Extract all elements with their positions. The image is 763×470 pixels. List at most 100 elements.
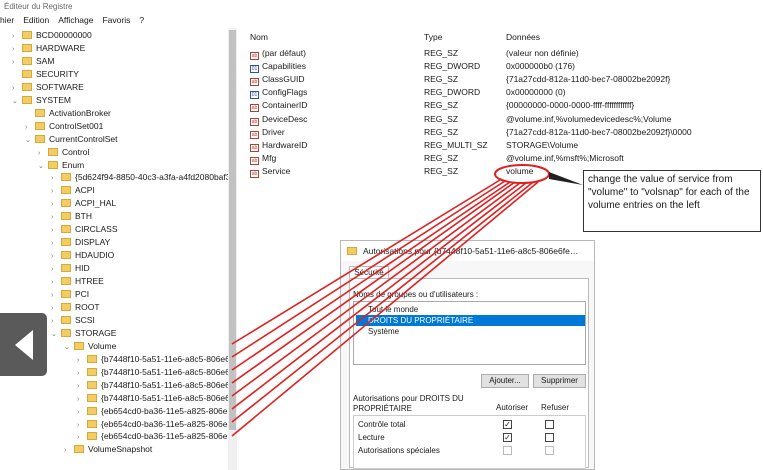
- tree-item-label: {5d624f94-8850-40c3-a3fa-a4fd2080baf3}: [75, 172, 234, 183]
- value-name-text: Service: [262, 165, 291, 176]
- chevron-down-icon[interactable]: ⌄: [12, 95, 22, 108]
- tree-item[interactable]: › {b7448f10-5a51-11e6-a8c5-806e6f: [77, 379, 232, 392]
- add-button[interactable]: Ajouter...: [481, 374, 529, 388]
- value-data: STORAGE\Volume: [506, 139, 579, 150]
- value-row[interactable]: ab ClassGUID REG_SZ {71a27cdd-812a-11d0-bec…: [246, 73, 763, 87]
- folder-icon: [22, 56, 32, 65]
- tree-item-label: SYSTEM: [36, 94, 71, 105]
- tree-item[interactable]: › {eb654cd0-ba36-11e5-a825-806e6f: [77, 430, 235, 443]
- allow-header: Autoriser: [496, 403, 529, 412]
- menu-item[interactable]: Edition: [23, 13, 49, 27]
- tree-item[interactable]: › BCD00000000: [12, 29, 92, 42]
- folder-icon: [87, 419, 97, 428]
- deny-checkbox[interactable]: [545, 433, 554, 442]
- menu-item[interactable]: hier: [0, 13, 14, 27]
- value-row[interactable]: ab DeviceDesc REG_SZ @volume.inf,%volumedev…: [246, 113, 763, 126]
- chevron-down-icon[interactable]: ⌄: [64, 341, 74, 354]
- tree-item-label: ActivationBroker: [49, 107, 111, 118]
- chevron-right-icon[interactable]: ›: [64, 444, 74, 457]
- menu-item[interactable]: Affichage: [58, 13, 93, 27]
- tree-item[interactable]: › DISPLAY: [51, 236, 110, 249]
- user-list-item[interactable]: DROITS DU PROPRIÉTAIRE: [356, 315, 585, 326]
- value-row[interactable]: 01 Capabilities REG_DWORD 0x000000b0 (176): [246, 60, 763, 74]
- value-data: {71a27cdd-812a-11d0-bec7-08002be2092f}\0…: [506, 126, 692, 137]
- tree-item-label: {b7448f10-5a51-11e6-a8c5-806e6f: [101, 379, 233, 390]
- deny-checkbox[interactable]: [545, 420, 554, 429]
- menu-item[interactable]: Favoris: [102, 13, 130, 27]
- value-row[interactable]: ab HardwareID REG_MULTI_SZ STORAGE\Volume: [246, 139, 763, 152]
- remove-button[interactable]: Supprimer: [533, 374, 586, 388]
- tree-item[interactable]: › SCSI: [51, 314, 95, 327]
- value-row[interactable]: ab Driver REG_SZ {71a27cdd-812a-11d0-bec7-0…: [246, 126, 763, 139]
- tree-item[interactable]: › {b7448f10-5a51-11e6-a8c5-806e6f: [77, 353, 232, 366]
- tree-item[interactable]: › {eb654cd0-ba36-11e5-a825-806e6f: [77, 418, 235, 431]
- folder-icon: [61, 251, 71, 260]
- folder-icon: [61, 173, 71, 182]
- tree-item[interactable]: SECURITY: [12, 68, 79, 81]
- allow-checkbox[interactable]: ✓: [503, 420, 512, 429]
- tree-item[interactable]: › ROOT: [51, 301, 100, 314]
- value-data: 0x00000000 (0): [506, 87, 566, 98]
- tree-scrollbar[interactable]: [228, 28, 237, 470]
- value-row[interactable]: ab ContainerID REG_SZ {00000000-0000-0000-f…: [246, 99, 763, 113]
- tree-scrollbar-thumb[interactable]: [229, 30, 236, 430]
- tree-item[interactable]: › Control: [38, 146, 89, 159]
- user-list-item[interactable]: Tout le monde: [356, 304, 585, 315]
- back-button[interactable]: [0, 313, 47, 376]
- tree-item[interactable]: ⌄ STORAGE: [51, 327, 116, 340]
- folder-icon: [22, 95, 32, 104]
- value-data: (valeur non définie): [506, 48, 579, 58]
- tree-item[interactable]: › PCI: [51, 288, 89, 301]
- tree-item[interactable]: › HTREE: [51, 275, 104, 288]
- tree-item[interactable]: › ControlSet001: [25, 120, 103, 133]
- value-row[interactable]: 01 ConfigFlags REG_DWORD 0x00000000 (0): [246, 86, 763, 100]
- value-row[interactable]: ab Mfg REG_SZ @volume.inf,%msft%;Microsoft: [246, 152, 763, 165]
- tree-item[interactable]: › {b7448f10-5a51-11e6-a8c5-806e6f: [77, 366, 232, 379]
- permission-label: Contrôle total: [358, 420, 406, 429]
- tree-item[interactable]: › BTH: [51, 210, 92, 223]
- value-data: {71a27cdd-812a-11d0-bec7-08002be2092f}: [506, 74, 671, 85]
- tree-item[interactable]: › HARDWARE: [12, 42, 85, 55]
- folder-icon: [61, 212, 71, 221]
- tree-item[interactable]: › CIRCLASS: [51, 223, 118, 236]
- tree-item[interactable]: › HID: [51, 262, 90, 275]
- tree-item[interactable]: ⌄ CurrentControlSet: [25, 133, 118, 146]
- user-list-item[interactable]: Système: [356, 326, 585, 337]
- tree-item-label: VolumeSnapshot: [88, 444, 153, 455]
- tree-item[interactable]: ⌄ SYSTEM: [12, 94, 71, 107]
- value-name-text: ContainerID: [262, 100, 308, 111]
- tree-item[interactable]: › HDAUDIO: [51, 249, 114, 262]
- chevron-down-icon[interactable]: ⌄: [51, 328, 61, 341]
- allow-checkbox[interactable]: ✓: [503, 433, 512, 442]
- menu-bar: hier Edition Affichage Favoris?: [0, 13, 763, 27]
- column-data[interactable]: Données: [506, 30, 540, 44]
- tree-item-label: ACPI: [75, 185, 95, 196]
- string-value-icon: ab: [250, 78, 259, 87]
- tree-item-label: SOFTWARE: [36, 81, 84, 92]
- tree-item[interactable]: › ACPI_HAL: [51, 197, 116, 210]
- chevron-down-icon[interactable]: ⌄: [38, 160, 48, 173]
- tree-item[interactable]: ⌄ Volume: [64, 340, 116, 353]
- tree-item[interactable]: › {5d624f94-8850-40c3-a3fa-a4fd2080baf3}: [51, 171, 233, 184]
- folder-icon: [35, 108, 45, 117]
- allow-checkbox[interactable]: [503, 446, 512, 455]
- tree-item[interactable]: › VolumeSnapshot: [64, 443, 152, 456]
- folder-icon: [61, 264, 71, 273]
- column-name[interactable]: Nom: [250, 30, 268, 44]
- tree-item[interactable]: › ACPI: [51, 184, 95, 197]
- column-type[interactable]: Type: [424, 30, 442, 44]
- value-row[interactable]: ab (par défaut) REG_SZ (valeur non définie): [246, 47, 763, 60]
- tree-item[interactable]: › SOFTWARE: [12, 81, 84, 94]
- tree-item[interactable]: › SAM: [12, 55, 54, 68]
- binary-value-icon: 01: [250, 91, 259, 100]
- menu-item[interactable]: ?: [139, 13, 144, 27]
- value-name: ab (par défaut): [250, 47, 306, 60]
- chevron-down-icon[interactable]: ⌄: [25, 134, 35, 147]
- value-name: ab Driver: [250, 126, 285, 139]
- tree-item[interactable]: ActivationBroker: [25, 107, 111, 120]
- tree-item[interactable]: › {eb654cd0-ba36-11e5-a825-806e6f: [77, 405, 235, 418]
- deny-checkbox[interactable]: [545, 446, 554, 455]
- tree-item-label: PCI: [75, 289, 90, 299]
- tree-item[interactable]: › {b7448f10-5a51-11e6-a8c5-806e6f: [77, 392, 232, 405]
- tree-item[interactable]: ⌄ Enum: [38, 159, 84, 172]
